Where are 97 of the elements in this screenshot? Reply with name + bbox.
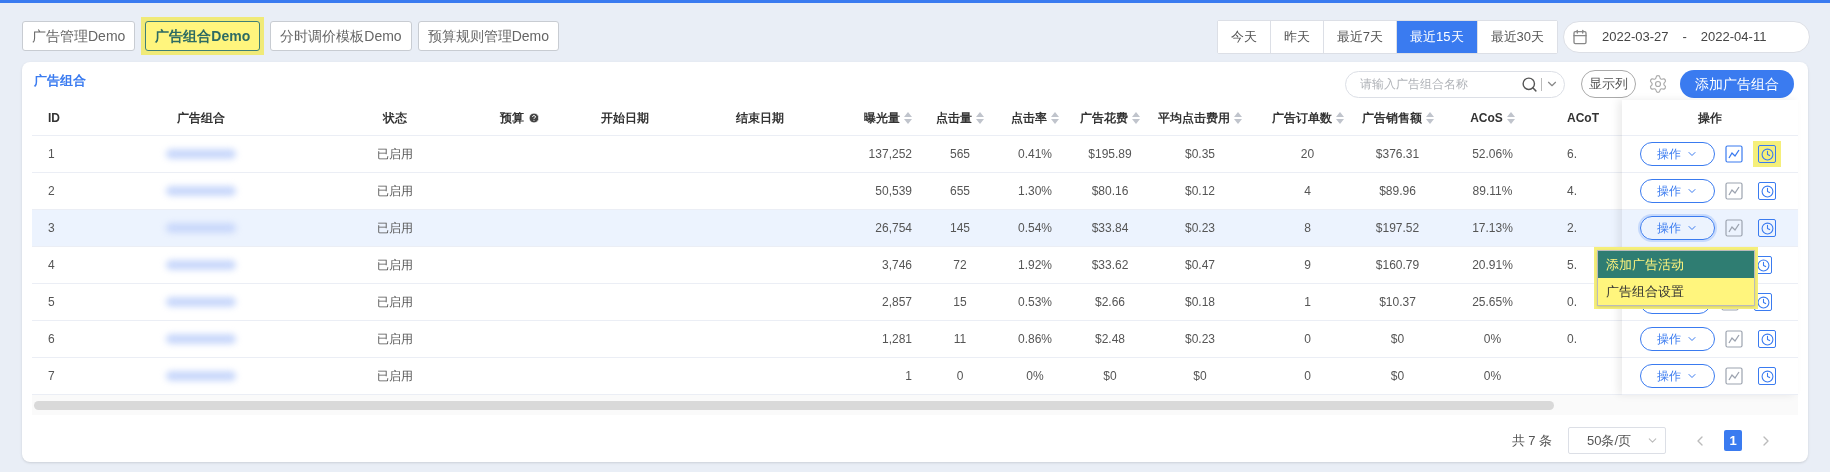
table-cell-text: $0.18 <box>1185 294 1215 311</box>
card-title: 广告组合 <box>34 72 86 91</box>
column-header: 点击率 <box>1011 109 1047 127</box>
table-cell-text: $89.96 <box>1379 183 1416 200</box>
table-cell-text: $0 <box>1390 331 1405 348</box>
table-cell-text: 4 <box>48 257 55 274</box>
column-header: 状态 <box>383 109 407 127</box>
table-cell-text: 6. <box>1567 146 1577 163</box>
table-cell-text: 0.86% <box>1018 331 1052 348</box>
table-cell-text: 已启用 <box>377 368 413 385</box>
table-cell-text: $0 <box>1103 368 1117 385</box>
table-cell-text: $0.23 <box>1185 331 1215 348</box>
table-cell-text: 6 <box>48 331 55 348</box>
table-cell-text: 5 <box>48 294 55 311</box>
table-cell-text: 0% <box>1483 368 1502 385</box>
table-cell-text: 20 <box>1300 146 1315 163</box>
table-cell-text: 5. <box>1567 257 1577 274</box>
table-cell-text: 17.13% <box>1472 220 1513 237</box>
table-cell-text: 655 <box>950 183 970 200</box>
table-cell-text: $195.89 <box>1088 146 1132 163</box>
column-header: 开始日期 <box>601 109 649 127</box>
table-cell-text: $2.66 <box>1095 294 1125 311</box>
table-cell-text: 0 <box>956 368 964 385</box>
table-cell-text: 9 <box>1304 257 1311 274</box>
table-cell-text: 1.92% <box>1018 257 1052 274</box>
table-cell-text: 137,252 <box>868 146 912 163</box>
table-cell-text: 1 <box>48 146 55 163</box>
column-header: 广告销售额 <box>1361 109 1422 127</box>
column-header: ACoT <box>1567 109 1599 127</box>
table-cell-text: 1 <box>1304 294 1311 311</box>
table-cell-text: 0 <box>1304 331 1311 348</box>
table-cell-text: $33.62 <box>1091 257 1129 274</box>
column-header: 曝光量 <box>864 109 900 127</box>
table-cell-text: 2,857 <box>881 294 912 311</box>
table-cell-text: 已启用 <box>377 146 413 163</box>
table-cell-text: 20.91% <box>1472 257 1513 274</box>
table-cell-text: 已启用 <box>377 294 413 311</box>
table-cell-text: 11 <box>953 331 967 348</box>
table-cell-text: 15 <box>953 294 967 311</box>
table-cell-text: 0 <box>1304 368 1311 385</box>
end-date: 2022-04-11 <box>1700 28 1767 47</box>
table-cell-text: $80.16 <box>1091 183 1129 200</box>
column-header: 操作 <box>1698 109 1722 127</box>
table-cell-text: 0.53% <box>1018 294 1052 311</box>
table-cell-text: 1 <box>905 368 912 385</box>
column-header: 结束日期 <box>736 109 784 127</box>
table-cell-text: $0.12 <box>1185 183 1215 200</box>
table-cell-text: $0 <box>1390 368 1405 385</box>
table-cell-text: 已启用 <box>377 183 413 200</box>
table-cell-text: 89.11% <box>1472 183 1513 200</box>
table-cell-text: 0.41% <box>1018 146 1052 163</box>
table-cell-text: 0% <box>1483 331 1502 348</box>
table-cell-text: 0% <box>1026 368 1044 385</box>
table-cell-text: 3,746 <box>881 257 912 274</box>
table-cell-text: 已启用 <box>377 257 413 274</box>
table-cell-text: $10.37 <box>1379 294 1416 311</box>
start-date: 2022-03-27 <box>1602 28 1669 47</box>
table-cell-text: 2 <box>48 183 55 200</box>
table-cell-text: 565 <box>950 146 970 163</box>
table-cell-text: 1.30% <box>1018 183 1052 200</box>
column-header: ACoS <box>1470 109 1503 127</box>
table-cell-text: 52.06% <box>1472 146 1513 163</box>
table-cell-text: 7 <box>48 368 55 385</box>
table-cell-text: 4 <box>1304 183 1311 200</box>
table-cell-text: 0. <box>1567 294 1577 311</box>
table-cell-text: 4. <box>1567 183 1577 200</box>
table-cell-text: $33.84 <box>1091 220 1129 237</box>
table-cell-text: 26,754 <box>875 220 912 237</box>
table-cell-text: 0. <box>1567 331 1577 348</box>
column-header: ID <box>48 109 60 127</box>
table-cell-text: $376.31 <box>1375 146 1420 163</box>
table-cell-text: 145 <box>950 220 970 237</box>
table-cell-text: $0.35 <box>1185 146 1215 163</box>
table-cell-text: $197.52 <box>1375 220 1420 237</box>
table-cell-text: $2.48 <box>1095 331 1125 348</box>
table-cell-text: $0.47 <box>1185 257 1215 274</box>
table-cell-text: 25.65% <box>1472 294 1513 311</box>
table-cell-text: 0.54% <box>1018 220 1052 237</box>
table-cell-text: 8 <box>1304 220 1311 237</box>
column-header: 预算 <box>500 109 524 127</box>
column-header: 广告花费 <box>1080 109 1128 127</box>
total-count: 共 7 条 <box>1511 431 1552 450</box>
column-header: 点击量 <box>936 109 972 127</box>
table-cell-text: 1,281 <box>881 331 912 348</box>
table-cell-text: $0.23 <box>1185 220 1215 237</box>
table-cell-text: 72 <box>953 257 967 274</box>
table-cell-text: 已启用 <box>377 220 413 237</box>
table-cell-text: 3 <box>48 220 55 237</box>
date-separator: - <box>1682 28 1687 47</box>
column-header: 平均点击费用 <box>1158 109 1230 127</box>
table-cell-text: 50,539 <box>875 183 912 200</box>
table-cell-text: $0 <box>1193 368 1207 385</box>
column-header: 广告组合 <box>177 109 225 127</box>
table-cell-text: 2. <box>1567 220 1577 237</box>
column-header: 广告订单数 <box>1271 109 1332 127</box>
table-cell-text: $160.79 <box>1375 257 1420 274</box>
table-cell-text: 已启用 <box>377 331 413 348</box>
